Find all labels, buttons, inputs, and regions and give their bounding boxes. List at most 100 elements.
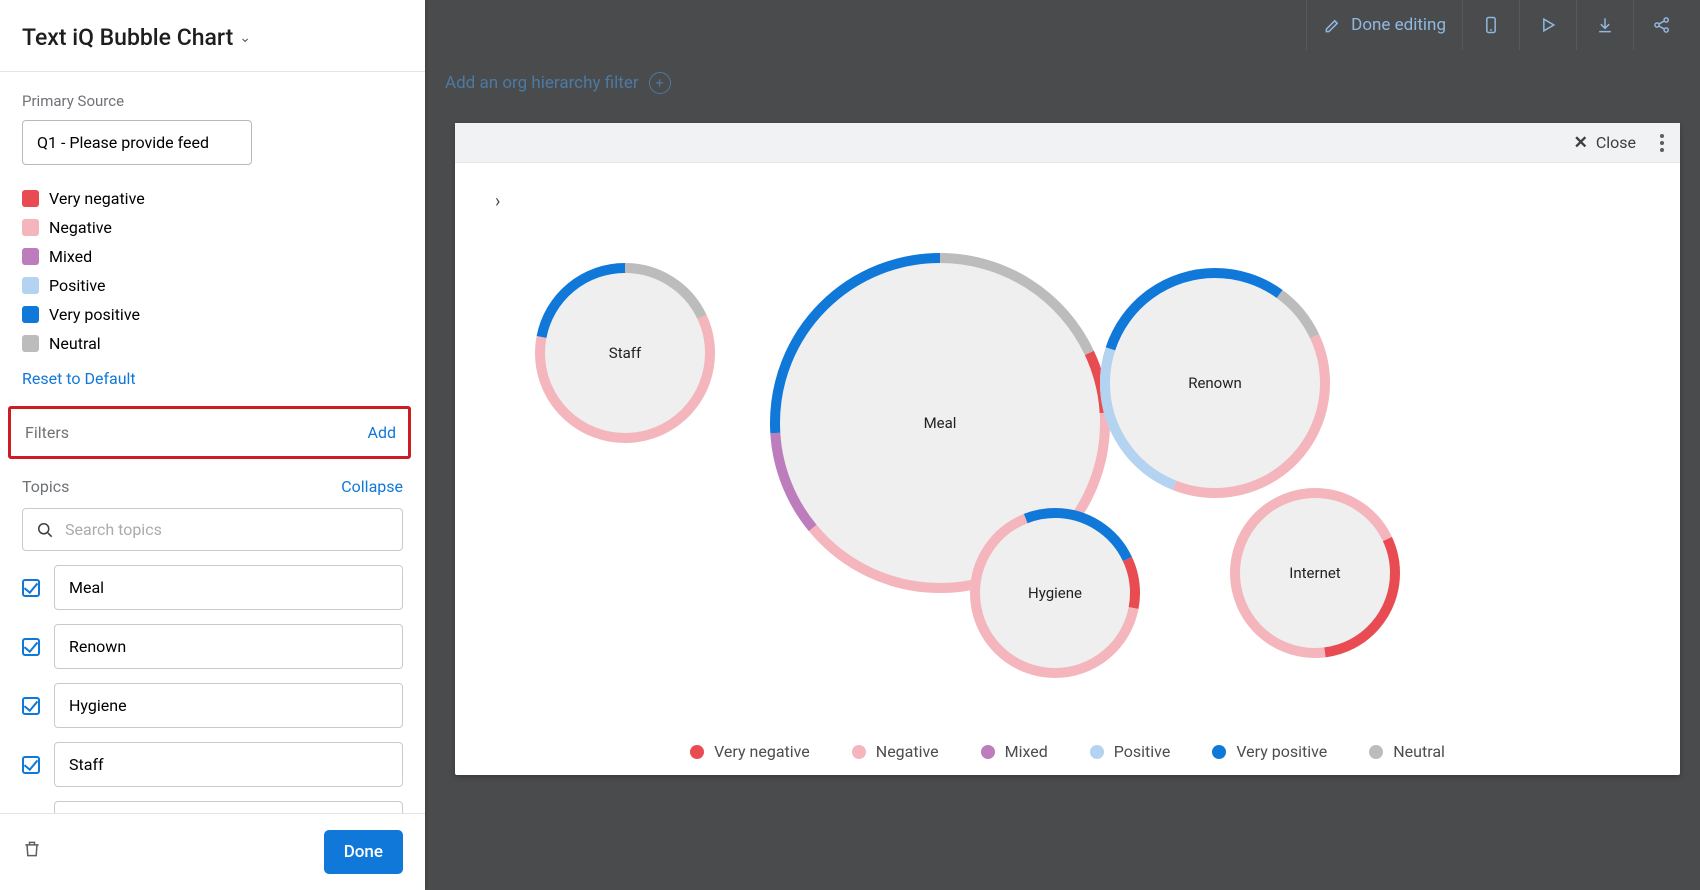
done-editing-label: Done editing <box>1351 15 1446 35</box>
bubble-renown[interactable]: Renown <box>1100 268 1330 498</box>
close-icon: ✕ <box>1574 133 1588 153</box>
bubble-ring <box>1100 268 1330 498</box>
preview-button[interactable] <box>1519 0 1576 50</box>
legend-text: Neutral <box>1393 742 1445 761</box>
legend-row-mixed: Mixed <box>22 247 403 266</box>
legend-row-very_negative: Very negative <box>22 189 403 208</box>
swatch-neutral <box>22 335 39 352</box>
chart-legend: Very negative Negative Mixed Positive Ve… <box>455 742 1680 761</box>
bubble-ring <box>535 263 715 443</box>
panel-options-menu[interactable] <box>1654 130 1670 156</box>
legend-text: Negative <box>876 742 939 761</box>
mobile-icon <box>1481 15 1501 35</box>
sidebar-body: Primary Source Q1 - Please provide feed … <box>0 72 425 813</box>
filters-label: Filters <box>25 423 69 442</box>
done-button[interactable]: Done <box>324 830 403 874</box>
topic-select[interactable]: Internet <box>54 801 403 813</box>
bubble-ring <box>1230 488 1400 658</box>
topic-select[interactable]: Hygiene <box>54 683 403 728</box>
widget-title-dropdown[interactable]: Text iQ Bubble Chart ⌄ <box>0 0 425 72</box>
legend-row-neutral: Neutral <box>22 334 403 353</box>
legend-label: Very positive <box>49 305 140 324</box>
legend-text: Positive <box>1114 742 1171 761</box>
topic-checkbox[interactable] <box>22 697 40 715</box>
play-icon <box>1538 15 1558 35</box>
bubble-staff[interactable]: Staff <box>535 263 715 443</box>
legend-dot <box>1212 745 1226 759</box>
chart-panel-header: ✕ Close <box>455 123 1680 163</box>
close-panel-button[interactable]: ✕ Close <box>1574 133 1636 153</box>
topic-select[interactable]: Renown <box>54 624 403 669</box>
page-toolbar: Done editing <box>425 0 1700 50</box>
topic-checkbox[interactable] <box>22 756 40 774</box>
reset-to-default-link[interactable]: Reset to Default <box>22 369 403 388</box>
delete-widget-button[interactable] <box>22 839 42 865</box>
legend-row-positive: Positive <box>22 276 403 295</box>
org-hierarchy-filter-button[interactable]: Add an org hierarchy filter + <box>445 72 671 94</box>
add-filter-link[interactable]: Add <box>368 423 396 442</box>
legend-label: Positive <box>49 276 106 295</box>
edit-icon <box>1323 15 1343 35</box>
widget-title: Text iQ Bubble Chart <box>22 24 233 51</box>
bubble-ring <box>970 508 1140 678</box>
legend-dot <box>981 745 995 759</box>
topic-row: Staff <box>22 742 403 787</box>
legend-dot <box>852 745 866 759</box>
topic-row: Hygiene <box>22 683 403 728</box>
trash-icon <box>22 839 42 859</box>
download-icon <box>1595 15 1615 35</box>
search-topics-field[interactable] <box>22 508 403 551</box>
close-label: Close <box>1596 133 1636 152</box>
swatch-very_positive <box>22 306 39 323</box>
topic-select[interactable]: Staff <box>54 742 403 787</box>
legend-dot <box>690 745 704 759</box>
chart-legend-item-positive: Positive <box>1090 742 1171 761</box>
chart-legend-item-neutral: Neutral <box>1369 742 1445 761</box>
chart-legend-item-mixed: Mixed <box>981 742 1048 761</box>
legend-label: Very negative <box>49 189 145 208</box>
chart-legend-item-negative: Negative <box>852 742 939 761</box>
chart-canvas: › Staff Meal Renown Hygiene Internet Ver… <box>455 163 1680 775</box>
topic-row: Internet <box>22 801 403 813</box>
swatch-positive <box>22 277 39 294</box>
topics-list: Meal Renown Hygiene Staff Internet <box>22 565 403 813</box>
download-button[interactable] <box>1576 0 1633 50</box>
sidebar-footer: Done <box>0 813 425 890</box>
legend-text: Very positive <box>1236 742 1327 761</box>
legend-dot <box>1090 745 1104 759</box>
search-topics-input[interactable] <box>63 519 390 540</box>
plus-circle-icon: + <box>649 72 671 94</box>
swatch-negative <box>22 219 39 236</box>
chevron-down-icon: ⌄ <box>239 30 251 46</box>
topic-select[interactable]: Meal <box>54 565 403 610</box>
swatch-mixed <box>22 248 39 265</box>
sentiment-legend: Very negative Negative Mixed Positive Ve… <box>22 189 403 353</box>
bubble-internet[interactable]: Internet <box>1230 488 1400 658</box>
legend-text: Very negative <box>714 742 810 761</box>
topic-checkbox[interactable] <box>22 638 40 656</box>
org-filter-label: Add an org hierarchy filter <box>445 73 639 93</box>
bubble-hygiene[interactable]: Hygiene <box>970 508 1140 678</box>
done-editing-button[interactable]: Done editing <box>1306 0 1462 50</box>
legend-text: Mixed <box>1005 742 1048 761</box>
topics-label: Topics <box>22 477 69 496</box>
mobile-preview-button[interactable] <box>1462 0 1519 50</box>
primary-source-select[interactable]: Q1 - Please provide feed <box>22 120 252 165</box>
legend-dot <box>1369 745 1383 759</box>
config-sidebar: Text iQ Bubble Chart ⌄ Primary Source Q1… <box>0 0 425 890</box>
legend-row-negative: Negative <box>22 218 403 237</box>
swatch-very_negative <box>22 190 39 207</box>
filters-section-highlighted: Filters Add <box>8 406 411 459</box>
primary-source-label: Primary Source <box>22 92 403 110</box>
share-button[interactable] <box>1633 0 1690 50</box>
chart-legend-item-very_positive: Very positive <box>1212 742 1327 761</box>
search-icon <box>35 520 55 540</box>
legend-label: Negative <box>49 218 112 237</box>
collapse-topics-link[interactable]: Collapse <box>341 477 403 496</box>
share-icon <box>1652 15 1672 35</box>
chart-panel: ✕ Close › Staff Meal Renown Hygiene Inte… <box>455 123 1680 775</box>
topic-row: Renown <box>22 624 403 669</box>
topic-checkbox[interactable] <box>22 579 40 597</box>
bubble-layer: Staff Meal Renown Hygiene Internet <box>455 163 1680 775</box>
chart-legend-item-very_negative: Very negative <box>690 742 810 761</box>
